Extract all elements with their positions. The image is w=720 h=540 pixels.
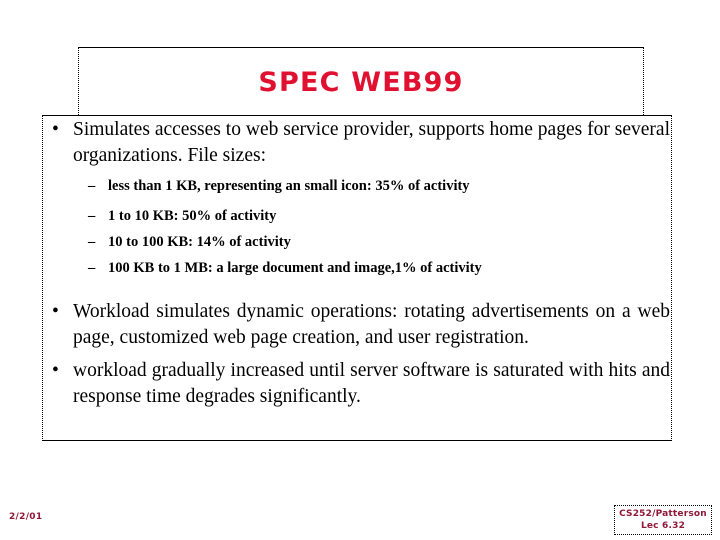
- list-item-text: 10 to 100 KB: 14% of activity: [108, 234, 291, 250]
- date-footer: 2/2/01: [9, 512, 43, 522]
- bullet-dash-icon: –: [88, 234, 96, 250]
- course-label: CS252/Patterson: [619, 509, 707, 519]
- list-item-text: Workload simulates dynamic operations: r…: [73, 301, 670, 348]
- list-item-text: 1 to 10 KB: 50% of activity: [108, 208, 277, 224]
- list-item: – 10 to 100 KB: 14% of activity: [46, 233, 670, 251]
- credit-footer: CS252/Patterson Lec 6.32: [614, 509, 712, 532]
- list-item: – less than 1 KB, representing an small …: [46, 177, 670, 195]
- list-item: – 1 to 10 KB: 50% of activity: [46, 207, 670, 225]
- list-item: – 100 KB to 1 MB: a large document and i…: [46, 259, 670, 277]
- bullet-dash-icon: –: [88, 208, 96, 224]
- page-title: SPEC WEB99: [258, 67, 464, 98]
- bullet-dash-icon: –: [88, 178, 96, 194]
- body-content: • Simulates accesses to web service prov…: [46, 117, 670, 439]
- bullet-dot-icon: •: [52, 119, 59, 140]
- list-item-text: less than 1 KB, representing an small ic…: [108, 178, 470, 194]
- bullet-dot-icon: •: [52, 301, 59, 322]
- list-item: • Simulates accesses to web service prov…: [46, 117, 670, 168]
- list-item: • workload gradually increased until ser…: [46, 358, 670, 409]
- list-item-text: Simulates accesses to web service provid…: [73, 119, 670, 166]
- bullet-dash-icon: –: [88, 260, 96, 276]
- lecture-label: Lec 6.32: [640, 520, 686, 531]
- slide-canvas: SPEC WEB99 • Simulates accesses to web s…: [0, 0, 720, 540]
- list-item: • Workload simulates dynamic operations:…: [46, 299, 670, 350]
- list-item-text: workload gradually increased until serve…: [73, 360, 670, 407]
- bullet-dot-icon: •: [52, 360, 59, 381]
- list-item-text: 100 KB to 1 MB: a large document and ima…: [108, 260, 482, 276]
